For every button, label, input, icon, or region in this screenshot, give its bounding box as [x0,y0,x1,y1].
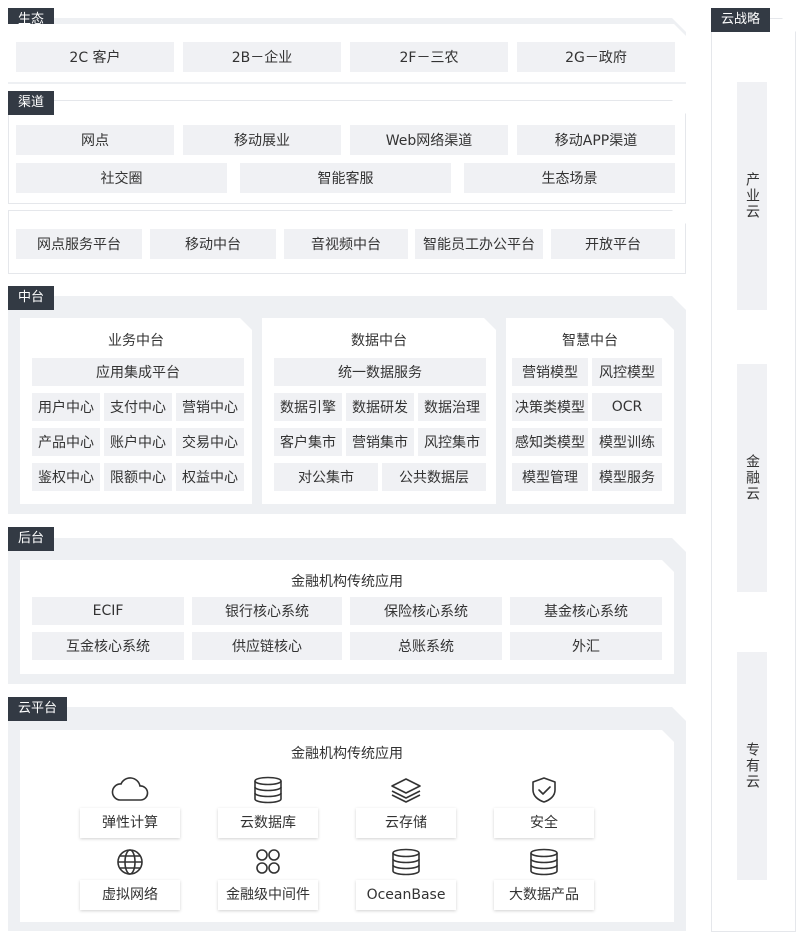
ecosystem-item-2g: 2G－政府 [517,42,675,72]
smart-cell: 模型服务 [592,463,662,491]
data-middle-banner: 统一数据服务 [274,358,486,386]
cloud-item-label: 虚拟网络 [80,880,180,910]
cloud-item-elastic-compute: 弹性计算 [80,776,180,838]
cloud-item-big-data: 大数据产品 [494,848,594,910]
strategy-industry-cloud: 产业云 [737,82,767,310]
platform-item-open: 开放平台 [551,229,675,259]
platform-item-mobile: 移动中台 [150,229,276,259]
data-cell: 客户集市 [274,428,342,456]
ecosystem-item-2f: 2F－三农 [350,42,508,72]
cloud-platform-title: 金融机构传统应用 [291,746,403,762]
smart-middle-title: 智慧中台 [562,333,618,349]
database-icon [392,848,420,876]
globe-icon [117,849,143,875]
backend-cell: 保险核心系统 [350,597,502,625]
business-cell: 鉴权中心 [32,463,100,491]
cloud-item-cloud-database: 云数据库 [218,776,318,838]
backend-cell: 总账系统 [350,632,502,660]
backend-cell: 互金核心系统 [32,632,184,660]
cloud-item-label: OceanBase [356,880,456,910]
backend-cell: ECIF [32,597,184,625]
cloud-item-label: 安全 [494,808,594,838]
data-cell: 数据研发 [346,393,414,421]
data-cell: 风控集市 [418,428,486,456]
cloud-item-label: 弹性计算 [80,808,180,838]
ecosystem-item-2c: 2C 客户 [16,42,174,72]
business-cell: 权益中心 [176,463,244,491]
channel-item-social: 社交圈 [16,163,227,193]
database-icon [530,848,558,876]
business-cell: 营销中心 [176,393,244,421]
cloud-item-label: 云存储 [356,808,456,838]
backend-cell: 供应链核心 [192,632,342,660]
smart-cell: 模型训练 [592,428,662,456]
platform-item-outlet: 网点服务平台 [16,229,142,259]
data-cell: 对公集市 [274,463,378,491]
middle-tag: 中台 [8,286,55,310]
channel-tag: 渠道 [8,91,55,115]
cloud-item-label: 云数据库 [218,808,318,838]
smart-cell: OCR [592,393,662,421]
ecosystem-item-2b: 2B－企业 [183,42,341,72]
channel-item-eco-scene: 生态场景 [464,163,675,193]
shield-check-icon [532,777,556,803]
backend-title: 金融机构传统应用 [291,574,403,590]
cloud-platform-tag: 云平台 [8,697,68,721]
strategy-item-label: 产业云 [744,172,760,220]
database-icon [254,776,282,804]
cloud-item-middleware: 金融级中间件 [218,848,318,910]
strategy-item-label: 专有云 [744,742,760,790]
business-middle-title: 业务中台 [108,333,164,349]
data-cell: 数据治理 [418,393,486,421]
backend-cell: 银行核心系统 [192,597,342,625]
data-cell: 营销集市 [346,428,414,456]
strategy-private-cloud: 专有云 [737,652,767,880]
data-middle-title: 数据中台 [351,333,407,349]
platform-item-av: 音视频中台 [284,229,408,259]
smart-cell: 决策类模型 [512,393,588,421]
business-cell: 交易中心 [176,428,244,456]
channel-item-web: Web网络渠道 [350,125,508,155]
grid-circles-icon [256,849,280,874]
backend-cell: 基金核心系统 [510,597,662,625]
backend-tag: 后台 [8,527,55,551]
business-cell: 产品中心 [32,428,100,456]
cloud-item-security: 安全 [494,776,594,838]
channel-item-smart-service: 智能客服 [240,163,451,193]
business-cell: 账户中心 [104,428,172,456]
data-cell: 公共数据层 [382,463,486,491]
cloud-item-oceanbase: OceanBase [356,848,456,910]
strategy-tag: 云战略 [711,8,771,32]
business-cell: 限额中心 [104,463,172,491]
strategy-item-label: 金融云 [744,454,760,502]
smart-cell: 感知类模型 [512,428,588,456]
backend-cell: 外汇 [510,632,662,660]
cloud-item-virtual-network: 虚拟网络 [80,848,180,910]
channel-item-mobile-sales: 移动展业 [183,125,341,155]
business-cell: 用户中心 [32,393,100,421]
cloud-item-label: 大数据产品 [494,880,594,910]
cloud-item-cloud-storage: 云存储 [356,776,456,838]
channel-item-mobile-app: 移动APP渠道 [517,125,675,155]
cloud-icon [111,777,149,801]
cloud-item-label: 金融级中间件 [218,880,318,910]
smart-cell: 模型管理 [512,463,588,491]
data-cell: 数据引擎 [274,393,342,421]
channel-item-outlet: 网点 [16,125,174,155]
layers-icon [391,778,421,803]
platform-item-office: 智能员工办公平台 [415,229,543,259]
business-middle-banner: 应用集成平台 [32,358,244,386]
strategy-finance-cloud: 金融云 [737,364,767,592]
smart-cell: 营销模型 [512,358,588,386]
business-cell: 支付中心 [104,393,172,421]
smart-cell: 风控模型 [592,358,662,386]
